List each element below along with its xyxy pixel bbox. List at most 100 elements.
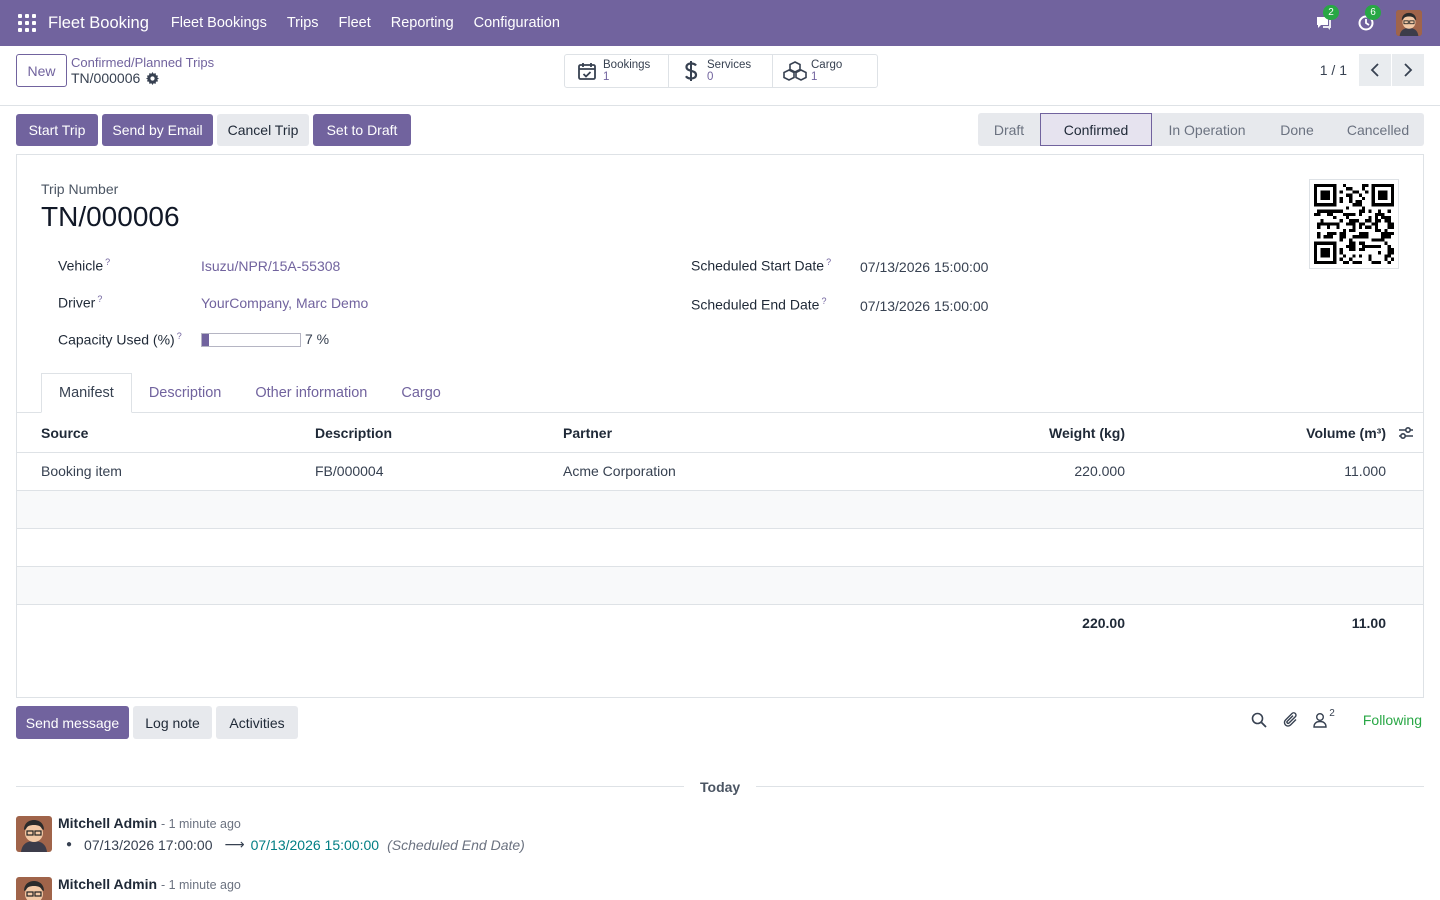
total-volume: 11.00 [1351, 615, 1386, 631]
message-author-avatar[interactable] [16, 816, 52, 852]
capacity-progress-bar [201, 333, 301, 347]
author-name[interactable]: Mitchell Admin [58, 815, 157, 831]
gear-icon[interactable] [146, 71, 160, 85]
end-date-label-text: Scheduled End Date [691, 296, 820, 313]
start-date-help-icon[interactable]: ? [826, 257, 831, 267]
menu-configuration[interactable]: Configuration [464, 15, 570, 31]
capacity-help-icon[interactable]: ? [177, 331, 182, 341]
smart-buttons: Bookings 1 Services 0 Cargo 1 [564, 54, 878, 88]
user-avatar[interactable] [1396, 10, 1422, 36]
log-note-button[interactable]: Log note [133, 706, 212, 739]
cargo-smart-button[interactable]: Cargo 1 [773, 55, 877, 87]
col-partner[interactable]: Partner [563, 425, 612, 441]
col-source[interactable]: Source [41, 425, 88, 441]
messages-badge: 2 [1323, 5, 1339, 20]
start-date-label: Scheduled Start Date? [691, 257, 831, 274]
col-description[interactable]: Description [315, 425, 392, 441]
pager-previous-button[interactable] [1359, 54, 1391, 86]
vehicle-help-icon[interactable]: ? [105, 257, 110, 267]
tab-description[interactable]: Description [132, 373, 239, 413]
driver-field[interactable]: YourCompany, Marc Demo [201, 295, 368, 311]
stage-draft[interactable]: Draft [978, 113, 1040, 146]
menu-fleet[interactable]: Fleet [329, 15, 381, 31]
cargo-count: 1 [811, 71, 818, 83]
tracking-value: ● 07/13/2026 17:00:00 ⟶ 07/13/2026 15:00… [66, 836, 525, 853]
form-sheet: Trip Number TN/000006 Vehicle? Isuzu/NPR… [16, 154, 1424, 698]
stage-in-operation[interactable]: In Operation [1152, 113, 1262, 146]
search-icon[interactable] [1251, 712, 1267, 728]
vehicle-label-text: Vehicle [58, 257, 104, 274]
manifest-table-header: Source Description Partner Weight (kg) V… [17, 413, 1423, 453]
avatar-icon [16, 877, 52, 900]
column-settings-icon[interactable] [1398, 426, 1414, 440]
paperclip-icon[interactable] [1283, 712, 1299, 728]
set-to-draft-button[interactable]: Set to Draft [313, 114, 411, 146]
send-message-button[interactable]: Send message [16, 706, 129, 739]
activities-button[interactable]: Activities [216, 706, 298, 739]
table-row[interactable]: Booking item FB/000004 Acme Corporation … [17, 453, 1423, 491]
total-weight: 220.00 [1082, 615, 1125, 631]
pager: 1 / 1 [1320, 54, 1424, 86]
message-author: Mitchell Admin - 1 minute ago [58, 876, 241, 892]
col-volume[interactable]: Volume (m³) [1225, 425, 1386, 441]
cancel-trip-button[interactable]: Cancel Trip [217, 114, 309, 146]
top-navbar: Fleet Booking Fleet Bookings Trips Fleet… [0, 0, 1440, 46]
stage-confirmed[interactable]: Confirmed [1040, 113, 1152, 146]
menu-trips[interactable]: Trips [277, 15, 329, 31]
tab-cargo[interactable]: Cargo [384, 373, 458, 413]
pager-next-button[interactable] [1392, 54, 1424, 86]
app-brand[interactable]: Fleet Booking [48, 14, 149, 33]
end-date-label: Scheduled End Date? [691, 296, 826, 313]
start-date-field[interactable]: 07/13/2026 15:00:00 [860, 259, 988, 275]
breadcrumb-current: TN/000006 [71, 70, 160, 86]
arrow-right-icon: ⟶ [224, 836, 245, 852]
pager-value[interactable]: 1 / 1 [1320, 62, 1347, 78]
capacity-progress-fill [202, 334, 209, 346]
capacity-label-text: Capacity Used (%) [58, 331, 175, 348]
services-smart-button[interactable]: Services 0 [669, 55, 773, 87]
chatter-icons: 2 Following [1251, 708, 1422, 728]
driver-help-icon[interactable]: ? [97, 294, 102, 304]
author-name[interactable]: Mitchell Admin [58, 876, 157, 892]
breadcrumb-parent[interactable]: Confirmed/Planned Trips [71, 55, 214, 70]
vehicle-field[interactable]: Isuzu/NPR/15A-55308 [201, 258, 340, 274]
following-button[interactable]: Following [1363, 712, 1422, 728]
trip-number[interactable]: TN/000006 [41, 201, 180, 233]
form-action-bar: Start Trip Send by Email Cancel Trip Set… [0, 106, 1440, 154]
send-by-email-button[interactable]: Send by Email [102, 114, 213, 146]
tracking-field-name: (Scheduled End Date) [387, 836, 525, 853]
row-volume: 11.000 [1344, 463, 1386, 479]
activities-menu[interactable]: 6 [1354, 5, 1381, 35]
message-author: Mitchell Admin - 1 minute ago [58, 815, 241, 831]
tab-other-information[interactable]: Other information [238, 373, 384, 413]
apps-menu-icon[interactable] [18, 14, 36, 32]
col-weight[interactable]: Weight (kg) [965, 425, 1125, 441]
menu-reporting[interactable]: Reporting [381, 15, 464, 31]
menu-fleet-bookings[interactable]: Fleet Bookings [161, 15, 277, 31]
user-icon [1313, 713, 1327, 728]
message-author-avatar[interactable] [16, 877, 52, 900]
empty-row [17, 529, 1423, 567]
end-date-help-icon[interactable]: ? [821, 296, 826, 306]
empty-row [17, 567, 1423, 605]
chatter-toolbar: Send message Log note Activities 2 Follo… [0, 706, 1440, 740]
chevron-left-icon [1370, 63, 1379, 77]
row-description: FB/000004 [315, 463, 384, 479]
tracking-old-value: 07/13/2026 17:00:00 [84, 836, 213, 853]
activities-badge: 6 [1365, 5, 1381, 20]
dollar-icon [679, 59, 703, 83]
followers-button[interactable]: 2 [1313, 708, 1335, 728]
stage-done[interactable]: Done [1262, 113, 1332, 146]
end-date-field[interactable]: 07/13/2026 15:00:00 [860, 298, 988, 314]
bookings-smart-button[interactable]: Bookings 1 [565, 55, 669, 87]
new-button[interactable]: New [16, 54, 67, 87]
start-trip-button[interactable]: Start Trip [16, 114, 98, 146]
vehicle-label: Vehicle? [58, 257, 110, 274]
qr-code-image [1309, 179, 1399, 269]
messaging-menu[interactable]: 2 [1312, 5, 1339, 35]
tab-manifest[interactable]: Manifest [41, 373, 132, 413]
row-source: Booking item [41, 463, 122, 479]
tracking-new-value: 07/13/2026 15:00:00 [250, 836, 380, 853]
stage-cancelled[interactable]: Cancelled [1332, 113, 1424, 146]
driver-label: Driver? [58, 294, 102, 311]
